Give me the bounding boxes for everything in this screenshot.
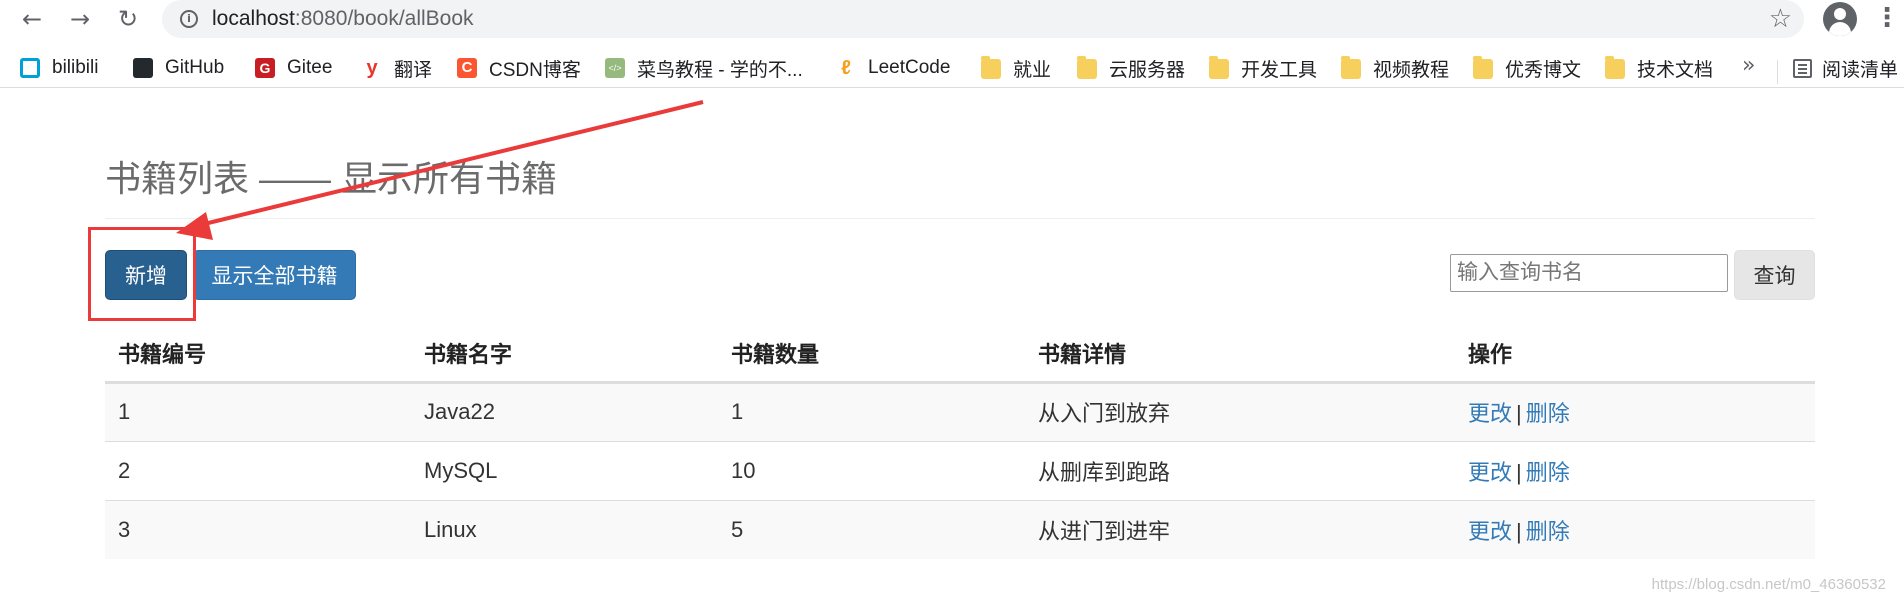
books-table: 书籍编号 书籍名字 书籍数量 书籍详情 操作 1 Java22 1 从入门到放弃…: [105, 326, 1815, 559]
column-header-count: 书籍数量: [718, 326, 1025, 384]
book-name: Linux: [411, 499, 718, 559]
bookmark-folder-jiuye[interactable]: 就业: [981, 54, 1051, 82]
arrow-right-icon[interactable]: →: [63, 2, 97, 36]
bookmark-label: LeetCode: [868, 57, 951, 78]
reload-icon[interactable]: ↻: [111, 2, 145, 36]
youdao-icon: y: [366, 57, 378, 79]
info-icon[interactable]: i: [180, 10, 198, 28]
action-separator: |: [1516, 401, 1522, 426]
row-actions: 更改 | 删除: [1455, 499, 1815, 559]
bookmark-label: 开发工具: [1241, 59, 1318, 81]
table-row: 2 MySQL 10 从删库到跑路 更改 | 删除: [105, 440, 1815, 500]
book-count: 5: [718, 499, 1025, 559]
book-count: 1: [718, 381, 1025, 441]
watermark: https://blog.csdn.net/m0_46360532: [1651, 576, 1886, 593]
book-search-input[interactable]: [1450, 254, 1728, 292]
bookmark-folder-video[interactable]: 视频教程: [1341, 54, 1449, 82]
bookmark-folder-docs[interactable]: 技术文档: [1605, 54, 1713, 82]
bookmark-fanyi[interactable]: y 翻译: [362, 54, 432, 82]
edit-link[interactable]: 更改: [1468, 401, 1512, 426]
kebab-menu-icon[interactable]: ⋮: [1874, 3, 1900, 33]
column-header-id: 书籍编号: [105, 326, 411, 384]
bookmark-label: GitHub: [165, 57, 225, 78]
bookmark-github[interactable]: GitHub: [133, 54, 224, 82]
folder-icon: [1473, 56, 1493, 79]
page-title: 书籍列表 —— 显示所有书籍: [105, 158, 558, 199]
reading-list-icon: [1793, 58, 1812, 78]
bookmark-label: 优秀博文: [1505, 59, 1582, 81]
bookmark-folder-cloud[interactable]: 云服务器: [1077, 54, 1185, 82]
bookmark-label: 云服务器: [1109, 59, 1186, 81]
action-separator: |: [1516, 518, 1522, 544]
book-detail: 从进门到进牢: [1025, 499, 1455, 559]
book-name: MySQL: [411, 440, 718, 500]
profile-icon[interactable]: [1823, 2, 1857, 36]
search-button[interactable]: 查询: [1734, 250, 1815, 300]
bookmarks-more-button[interactable]: »: [1742, 53, 1755, 78]
row-actions: 更改 | 删除: [1455, 440, 1815, 500]
folder-icon: [1077, 56, 1097, 79]
annotation-highlight-box: [88, 227, 196, 321]
folder-icon: [1605, 56, 1625, 79]
gitee-icon: G: [255, 58, 275, 78]
folder-icon: [981, 56, 1001, 79]
bookmark-label: 就业: [1013, 59, 1052, 81]
bilibili-icon: [20, 58, 40, 78]
bookmark-gitee[interactable]: G Gitee: [255, 54, 332, 82]
delete-link[interactable]: 删除: [1526, 460, 1570, 485]
book-detail: 从删库到跑路: [1025, 440, 1455, 500]
bookmarks-bar: bilibili GitHub G Gitee y 翻译 C CSDN博客 </> 菜鸟…: [0, 48, 1904, 88]
delete-link[interactable]: 删除: [1526, 519, 1570, 544]
arrow-left-icon[interactable]: ←: [15, 2, 49, 36]
bookmark-label: bilibili: [52, 57, 99, 78]
bookmark-label: 视频教程: [1373, 59, 1450, 81]
folder-icon: [1341, 56, 1361, 79]
csdn-icon: C: [457, 58, 477, 78]
column-header-name: 书籍名字: [411, 326, 718, 384]
reading-list-button[interactable]: 阅读清单: [1793, 54, 1898, 82]
column-header-detail: 书籍详情: [1025, 326, 1455, 384]
edit-link[interactable]: 更改: [1468, 460, 1512, 485]
table-row: 1 Java22 1 从入门到放弃 更改 | 删除: [105, 381, 1815, 441]
bookmarks-divider: [1777, 60, 1778, 84]
book-detail: 从入门到放弃: [1025, 381, 1455, 441]
column-header-actions: 操作: [1455, 326, 1815, 384]
url-host: localhost: [212, 7, 295, 30]
delete-link[interactable]: 删除: [1526, 401, 1570, 426]
reading-list-label: 阅读清单: [1822, 59, 1899, 81]
runoob-icon: </>: [605, 58, 625, 78]
folder-icon: [1209, 56, 1229, 79]
url-text[interactable]: localhost:8080/book/allBook: [212, 7, 474, 31]
url-path: :8080/book/allBook: [294, 7, 474, 30]
row-actions: 更改 | 删除: [1455, 381, 1815, 441]
leetcode-icon: ℓ: [841, 57, 851, 79]
edit-link[interactable]: 更改: [1468, 519, 1512, 544]
star-icon[interactable]: ☆: [1769, 4, 1792, 34]
table-row: 3 Linux 5 从进门到进牢 更改 | 删除: [105, 499, 1815, 559]
book-count: 10: [718, 440, 1025, 500]
book-name: Java22: [411, 381, 718, 441]
bookmark-runoob[interactable]: </> 菜鸟教程 - 学的不...: [605, 54, 803, 82]
bookmark-csdn[interactable]: C CSDN博客: [457, 54, 581, 82]
bookmark-label: Gitee: [287, 57, 333, 78]
book-id: 1: [105, 381, 411, 441]
address-bar[interactable]: i localhost:8080/book/allBook ☆: [162, 0, 1804, 38]
bookmark-folder-devtools[interactable]: 开发工具: [1209, 54, 1317, 82]
bookmark-label: 翻译: [394, 59, 433, 81]
bookmark-bilibili[interactable]: bilibili: [20, 54, 98, 82]
bookmark-folder-blogs[interactable]: 优秀博文: [1473, 54, 1581, 82]
bookmark-label: CSDN博客: [489, 59, 581, 81]
browser-toolbar: ← → ↻ i localhost:8080/book/allBook ☆ ⋮: [0, 0, 1904, 38]
bookmark-label: 技术文档: [1637, 59, 1714, 81]
action-separator: |: [1516, 459, 1522, 485]
bookmark-label: 菜鸟教程 - 学的不...: [637, 59, 803, 81]
bookmark-leetcode[interactable]: ℓ LeetCode: [836, 54, 950, 82]
book-id: 2: [105, 440, 411, 500]
show-all-books-button[interactable]: 显示全部书籍: [193, 250, 356, 300]
github-icon: [133, 58, 153, 78]
title-divider: [105, 218, 1815, 219]
book-id: 3: [105, 499, 411, 559]
table-header-row: 书籍编号 书籍名字 书籍数量 书籍详情 操作: [105, 326, 1815, 384]
